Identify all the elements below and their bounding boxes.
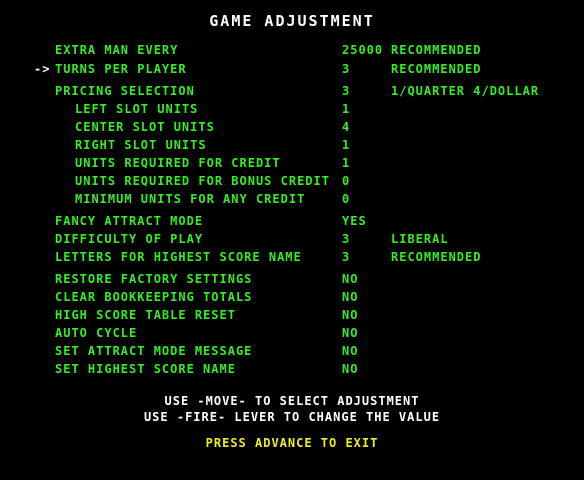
setting-row-extra-man-every[interactable]: EXTRA MAN EVERY 25000 RECOMMENDED bbox=[0, 42, 584, 58]
setting-row-units-required-for-credit[interactable]: UNITS REQUIRED FOR CREDIT 1 bbox=[0, 155, 584, 171]
setting-row-units-required-for-bonus-credit[interactable]: UNITS REQUIRED FOR BONUS CREDIT 0 bbox=[0, 173, 584, 189]
setting-label: MINIMUM UNITS FOR ANY CREDIT bbox=[75, 192, 306, 206]
setting-label: LEFT SLOT UNITS bbox=[75, 102, 199, 116]
setting-value: 3 bbox=[342, 250, 351, 264]
setting-label: DIFFICULTY OF PLAY bbox=[55, 232, 204, 246]
setting-value: 3 bbox=[342, 232, 351, 246]
setting-value: 0 bbox=[342, 192, 351, 206]
setting-note: RECOMMENDED bbox=[391, 250, 482, 264]
setting-value: NO bbox=[342, 308, 359, 322]
setting-label: AUTO CYCLE bbox=[55, 326, 138, 340]
setting-row-auto-cycle[interactable]: AUTO CYCLE NO bbox=[0, 325, 584, 341]
setting-label: HIGH SCORE TABLE RESET bbox=[55, 308, 236, 322]
setting-note: LIBERAL bbox=[391, 232, 449, 246]
setting-row-high-score-table-reset[interactable]: HIGH SCORE TABLE RESET NO bbox=[0, 307, 584, 323]
setting-note: RECOMMENDED bbox=[391, 62, 482, 76]
setting-value: 1 bbox=[342, 102, 351, 116]
setting-value: NO bbox=[342, 290, 359, 304]
setting-label: SET ATTRACT MODE MESSAGE bbox=[55, 344, 253, 358]
setting-label: RIGHT SLOT UNITS bbox=[75, 138, 207, 152]
setting-value: NO bbox=[342, 362, 359, 376]
setting-row-turns-per-player[interactable]: -> TURNS PER PLAYER 3 RECOMMENDED bbox=[0, 61, 584, 77]
instruction-move: USE -MOVE- TO SELECT ADJUSTMENT bbox=[164, 394, 420, 408]
setting-value: 4 bbox=[342, 120, 351, 134]
setting-row-fancy-attract-mode[interactable]: FANCY ATTRACT MODE YES bbox=[0, 213, 584, 229]
setting-label: CENTER SLOT UNITS bbox=[75, 120, 215, 134]
setting-label: LETTERS FOR HIGHEST SCORE NAME bbox=[55, 250, 302, 264]
setting-label: EXTRA MAN EVERY bbox=[55, 43, 179, 57]
setting-label: UNITS REQUIRED FOR BONUS CREDIT bbox=[75, 174, 330, 188]
setting-value: 1 bbox=[342, 156, 351, 170]
setting-value: 3 bbox=[342, 84, 351, 98]
setting-row-letters-for-highest-score-name[interactable]: LETTERS FOR HIGHEST SCORE NAME 3 RECOMME… bbox=[0, 249, 584, 265]
setting-value: 3 bbox=[342, 62, 351, 76]
setting-value: NO bbox=[342, 272, 359, 286]
setting-value: NO bbox=[342, 326, 359, 340]
setting-value: 0 bbox=[342, 174, 351, 188]
screen-title: GAME ADJUSTMENT bbox=[209, 12, 375, 30]
setting-row-pricing-selection[interactable]: PRICING SELECTION 3 1/QUARTER 4/DOLLAR bbox=[0, 83, 584, 99]
setting-value: 1 bbox=[342, 138, 351, 152]
setting-label: SET HIGHEST SCORE NAME bbox=[55, 362, 236, 376]
instruction-fire: USE -FIRE- LEVER TO CHANGE THE VALUE bbox=[143, 410, 441, 424]
setting-row-right-slot-units[interactable]: RIGHT SLOT UNITS 1 bbox=[0, 137, 584, 153]
setting-value: 25000 bbox=[342, 43, 384, 57]
setting-label: UNITS REQUIRED FOR CREDIT bbox=[75, 156, 281, 170]
exit-prompt: PRESS ADVANCE TO EXIT bbox=[205, 436, 379, 450]
setting-label: PRICING SELECTION bbox=[55, 84, 195, 98]
setting-note: 1/QUARTER 4/DOLLAR bbox=[391, 84, 540, 98]
setting-label: TURNS PER PLAYER bbox=[55, 62, 187, 76]
setting-value: YES bbox=[342, 214, 367, 228]
setting-label: CLEAR BOOKKEEPING TOTALS bbox=[55, 290, 253, 304]
setting-row-set-highest-score-name[interactable]: SET HIGHEST SCORE NAME NO bbox=[0, 361, 584, 377]
setting-note: RECOMMENDED bbox=[391, 43, 482, 57]
setting-row-clear-bookkeeping-totals[interactable]: CLEAR BOOKKEEPING TOTALS NO bbox=[0, 289, 584, 305]
setting-row-center-slot-units[interactable]: CENTER SLOT UNITS 4 bbox=[0, 119, 584, 135]
setting-label: RESTORE FACTORY SETTINGS bbox=[55, 272, 253, 286]
setting-value: NO bbox=[342, 344, 359, 358]
setting-row-set-attract-mode-message[interactable]: SET ATTRACT MODE MESSAGE NO bbox=[0, 343, 584, 359]
setting-row-left-slot-units[interactable]: LEFT SLOT UNITS 1 bbox=[0, 101, 584, 117]
setting-row-difficulty-of-play[interactable]: DIFFICULTY OF PLAY 3 LIBERAL bbox=[0, 231, 584, 247]
selection-arrow-icon: -> bbox=[34, 62, 51, 76]
setting-row-restore-factory-settings[interactable]: RESTORE FACTORY SETTINGS NO bbox=[0, 271, 584, 287]
setting-row-minimum-units-for-any-credit[interactable]: MINIMUM UNITS FOR ANY CREDIT 0 bbox=[0, 191, 584, 207]
setting-label: FANCY ATTRACT MODE bbox=[55, 214, 204, 228]
